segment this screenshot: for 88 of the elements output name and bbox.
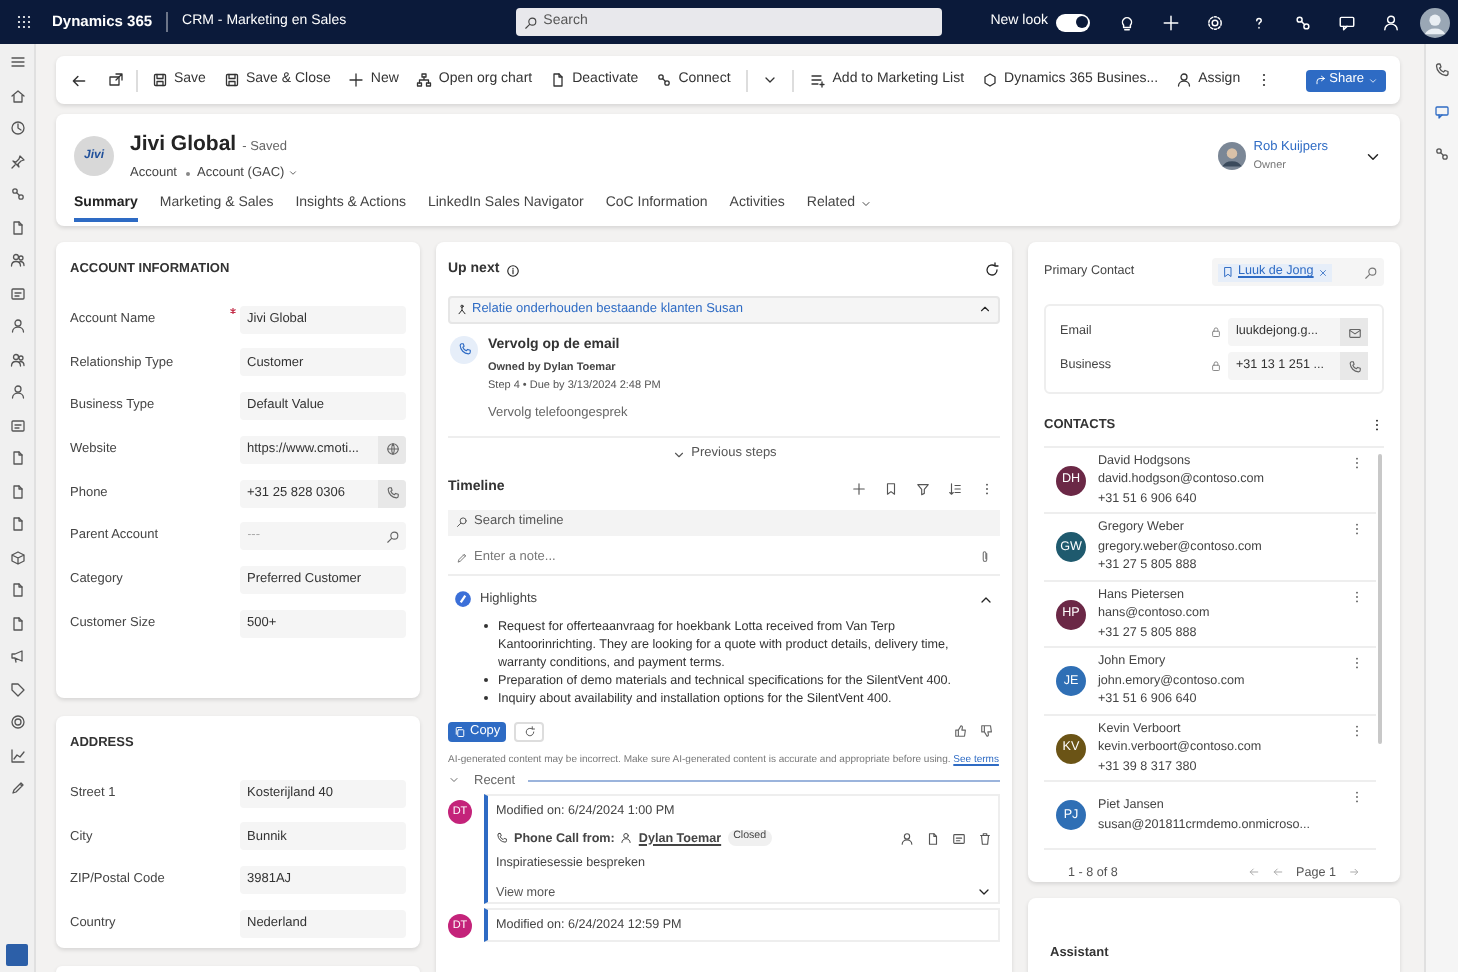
search-icon [456,516,468,529]
owner-avatar [1217,142,1246,171]
help-icon[interactable] [1250,13,1268,31]
paperclip-icon[interactable] [978,550,992,565]
document-icon [550,72,567,88]
share-icon [1313,74,1326,86]
person-icon[interactable] [9,384,25,400]
link-icon[interactable] [1434,146,1450,162]
settings-icon[interactable] [1206,13,1224,31]
scrollbar[interactable] [1378,453,1382,744]
contact-icon [1222,266,1234,278]
target-icon[interactable] [9,714,25,730]
person-icon [620,832,633,845]
tag-icon[interactable] [9,681,25,697]
chevron-down-icon [671,447,686,462]
chart-icon[interactable] [9,747,25,763]
home-icon[interactable] [9,87,25,103]
document-icon[interactable] [9,483,25,499]
list-icon [810,72,827,88]
pencil-icon[interactable] [9,780,25,796]
phone-icon[interactable] [1434,62,1450,78]
search-icon[interactable] [385,529,399,544]
clipboard-icon[interactable] [9,219,25,235]
link-icon [656,72,673,88]
card-icon[interactable] [9,285,25,301]
mail-icon[interactable] [1347,325,1361,339]
assign-icon[interactable] [900,831,914,846]
phone-icon[interactable] [1347,359,1361,373]
person-icon [1176,72,1193,88]
bookmark-icon[interactable] [884,482,898,496]
search-icon[interactable] [1364,265,1378,279]
document-icon[interactable] [9,450,25,466]
phone-icon [457,342,471,356]
pin-icon[interactable] [9,153,25,169]
document-icon[interactable] [9,615,25,631]
clock-icon[interactable] [9,120,25,136]
user-avatar[interactable] [1420,7,1450,37]
copilot-icon [454,590,472,609]
card-icon[interactable] [9,417,25,433]
regenerate-button[interactable] [514,721,545,741]
document-icon[interactable] [9,516,25,532]
document-icon[interactable] [926,831,940,846]
delete-icon[interactable] [978,831,992,846]
card-icon[interactable] [952,831,966,846]
area-switcher-icon[interactable] [6,944,28,966]
megaphone-icon[interactable] [9,648,25,664]
sort-icon[interactable] [948,482,962,496]
refresh-icon [523,725,536,737]
plus-icon [348,72,365,88]
save-icon [223,72,240,88]
hexagon-icon [982,72,999,88]
phone-icon [496,832,508,845]
back-icon[interactable] [70,71,88,89]
search-icon [523,15,538,29]
chevron-down-icon [288,168,299,179]
people-icon[interactable] [9,252,25,268]
chevron-down-icon[interactable] [762,72,779,88]
phone-icon[interactable] [385,486,399,500]
record-title: Jivi Global [130,130,237,160]
lock-icon [1210,360,1222,372]
globe-icon[interactable] [385,442,399,457]
pop-out-icon[interactable] [108,72,124,88]
lightbulb-icon[interactable] [1118,13,1136,31]
menu-icon[interactable] [9,54,25,70]
filter-icon[interactable] [916,482,930,496]
person-icon[interactable] [1382,13,1400,31]
pencil-icon [456,551,468,564]
document-icon[interactable] [9,582,25,598]
chevron-down-icon [859,198,872,210]
chevron-down-icon [1368,75,1378,85]
person-icon[interactable] [9,318,25,334]
new-look-toggle[interactable] [1056,13,1090,31]
thumbs-up-icon[interactable] [954,724,968,738]
box-icon[interactable] [9,549,25,565]
chat-icon[interactable] [1338,13,1356,31]
lock-icon [1210,326,1222,338]
link-icon[interactable] [9,186,25,202]
copy-icon [454,725,466,737]
save-icon [152,72,168,88]
thumbs-down-icon[interactable] [980,724,994,738]
refresh-icon[interactable] [984,262,1000,279]
people-icon[interactable] [9,351,25,367]
chevron-up-icon[interactable] [978,302,992,316]
org-chart-icon [416,72,433,88]
link-icon[interactable] [1294,13,1312,31]
remove-icon[interactable] [1317,267,1328,277]
info-icon[interactable] [505,263,520,278]
sequence-icon [456,303,468,315]
